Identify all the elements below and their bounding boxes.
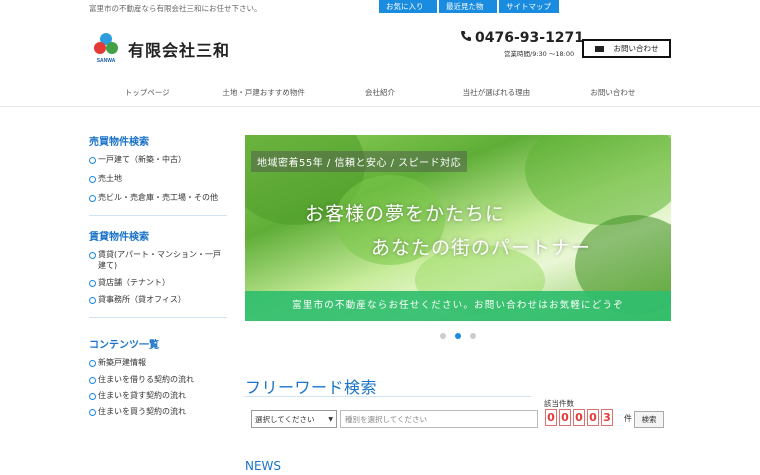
chevron-down-icon: ▼ [328,415,333,423]
foliage [525,135,671,225]
nav-item-company[interactable]: 会社紹介 [322,83,438,103]
sitemap-link[interactable]: サイトマップ [499,0,559,13]
contact-button[interactable]: お問い合わせ [582,39,671,58]
phone-number: 0476-93-1271 [460,30,584,46]
freeword-underline [245,396,531,397]
global-nav: トップページ 土地・戸建おすすめ物件 会社紹介 当社が選ばれる理由 お問い合わせ [89,83,671,103]
recent-link[interactable]: 最近見た物件 [439,0,497,24]
logo-wordmark: SANWA [97,58,116,64]
site-tagline: 富里市の不動産なら有限会社三和にお任せ下さい。 [89,4,262,13]
category-select-value: 選択してください [255,414,315,424]
sidebar-item-new-house[interactable]: 新築戸建情報 [89,357,227,368]
top-links: お気に入り物件 最近見た物件 サイトマップ [379,0,559,24]
result-count: 0 0 0 0 3 [545,409,613,426]
hero-band: 富里市の不動産ならお任せください。お問い合わせはお気軽にどうぞ [245,291,671,321]
favorites-link[interactable]: お気に入り物件 [379,0,437,24]
slider-dot-active[interactable] [455,333,461,339]
phone-icon [461,31,471,41]
company-name[interactable]: 有限会社三和 [128,37,230,61]
nav-divider [0,106,760,107]
count-digit: 0 [545,409,557,426]
sidebar-divider [89,317,227,318]
sidebar: 売買物件検索 一戸建て（新築・中古） 売土地 売ビル・売倉庫・売工場・その他 賃… [89,133,227,417]
sanwa-logo-icon[interactable]: SANWA [92,32,120,64]
hero-slider[interactable]: 地域密着55年 / 信頼と安心 / スピード対応 お客様の夢をかたちに あなたの… [245,135,671,321]
keyword-input-placeholder: 種別を選択してください [345,414,428,424]
count-digit: 0 [573,409,585,426]
sidebar-item-building[interactable]: 売ビル・売倉庫・売工場・その他 [89,192,227,203]
result-count-label: 該当件数 [544,399,574,408]
phone-number-text: 0476-93-1271 [475,30,585,46]
sidebar-item-house[interactable]: 一戸建て（新築・中古） [89,154,227,165]
rent-search-heading: 賃貸物件検索 [89,232,149,243]
count-digit: 3 [601,409,613,426]
hero-headline-1: お客様の夢をかたちに [305,203,506,225]
count-digit: 0 [587,409,599,426]
sidebar-item-land[interactable]: 売土地 [89,173,227,184]
sidebar-item-rental[interactable]: 賃貸(アパート・マンション・一戸建て) [89,249,227,271]
category-select[interactable]: 選択してください ▼ [251,410,337,428]
content-list: 新築戸建情報 住まいを借りる契約の流れ 住まいを貸す契約の流れ 住まいを買う契約… [89,357,227,417]
freeword-title: フリーワード検索 [245,378,378,397]
slider-dot[interactable] [440,333,446,339]
content-list-heading: コンテンツ一覧 [89,340,159,351]
keyword-input[interactable]: 種別を選択してください [340,410,538,428]
count-digit: 0 [559,409,571,426]
sidebar-item-store[interactable]: 貸店舗（テナント） [89,277,227,288]
rent-list: 賃貸(アパート・マンション・一戸建て) 貸店舗（テナント） 貸事務所（貸オフィス… [89,249,227,305]
sidebar-item-rent-flow[interactable]: 住まいを借りる契約の流れ [89,374,227,385]
sidebar-divider [89,215,227,216]
contact-button-label: お問い合わせ [613,44,659,53]
business-hours: 営業時間/9:30 〜18:00 [504,50,575,58]
nav-item-recommended[interactable]: 土地・戸建おすすめ物件 [205,83,321,103]
search-button[interactable]: 検索 [634,411,664,428]
nav-item-contact[interactable]: お問い合わせ [555,83,671,103]
sidebar-item-office[interactable]: 貸事務所（貸オフィス） [89,294,227,305]
hero-tagline: 地域密着55年 / 信頼と安心 / スピード対応 [251,151,468,172]
slider-dot[interactable] [470,333,476,339]
count-unit: 件 [624,414,632,423]
nav-item-top[interactable]: トップページ [89,83,205,103]
hero-headline-2: あなたの街のパートナー [371,237,592,259]
sale-search-heading: 売買物件検索 [89,137,149,148]
sidebar-item-buy-flow[interactable]: 住まいを買う契約の流れ [89,406,227,417]
nav-item-reasons[interactable]: 当社が選ばれる理由 [438,83,554,103]
news-heading: NEWS [245,459,282,473]
sale-list: 一戸建て（新築・中古） 売土地 売ビル・売倉庫・売工場・その他 [89,154,227,203]
sidebar-item-lease-flow[interactable]: 住まいを貸す契約の流れ [89,390,227,401]
slider-dots [440,333,476,339]
envelope-icon [594,45,604,52]
